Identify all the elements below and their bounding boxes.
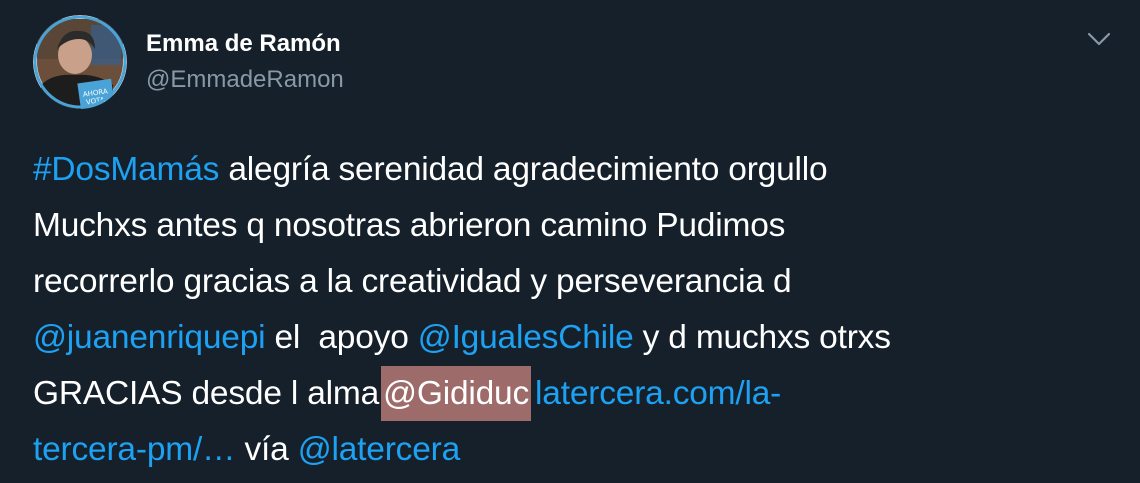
highlighted-mention[interactable]: @Gididuc [381, 366, 532, 421]
tweet-text-line: #DosMamás alegría serenidad agradecimien… [33, 142, 1133, 198]
tweet-text: #DosMamás alegría serenidad agradecimien… [33, 142, 1133, 478]
tweet-menu-button[interactable] [1082, 26, 1116, 52]
display-name[interactable]: Emma de Ramón [146, 28, 341, 60]
tweet-text-segment: el apoyo [265, 319, 418, 356]
tweet-text-segment: y d muchxs otrxs [633, 319, 891, 356]
tweet-text-segment: alegría serenidad agradecimiento orgullo [219, 151, 828, 188]
tweet-text-segment: vía [235, 431, 298, 468]
mention-link[interactable]: @IgualesChile [418, 319, 634, 356]
tweet-text-segment: Muchxs antes q nosotras abrieron camino … [33, 207, 786, 244]
mention-link[interactable]: @latercera [298, 431, 461, 468]
chevron-down-icon [1087, 32, 1111, 46]
avatar-photo: AHORA VOTA [33, 15, 127, 109]
tweet-text-line: Muchxs antes q nosotras abrieron camino … [33, 198, 1133, 254]
tweet-text-line: recorrerlo gracias a la creatividad y pe… [33, 254, 1133, 310]
tweet-card: AHORA VOTA Emma de Ramón @EmmadeRamon #D… [0, 0, 1140, 483]
avatar[interactable]: AHORA VOTA [33, 15, 127, 109]
user-handle[interactable]: @EmmadeRamon [146, 64, 344, 96]
tweet-text-segment: recorrerlo gracias a la creatividad y pe… [33, 263, 792, 300]
tweet-text-line: tercera-pm/… vía @latercera [33, 422, 1133, 478]
tweet-link[interactable]: tercera-pm/… [33, 431, 236, 468]
tweet-link[interactable]: latercera.com/la- [535, 375, 781, 412]
hashtag-link[interactable]: #DosMamás [33, 151, 219, 188]
tweet-text-line: GRACIAS desde l alma @Gididuc latercera.co… [33, 366, 1133, 422]
mention-link[interactable]: @juanenriquepi [33, 319, 266, 356]
tweet-text-line: @juanenriquepi el apoyo @IgualesChile y … [33, 310, 1133, 366]
tweet-text-segment: GRACIAS desde l alma [33, 375, 380, 412]
